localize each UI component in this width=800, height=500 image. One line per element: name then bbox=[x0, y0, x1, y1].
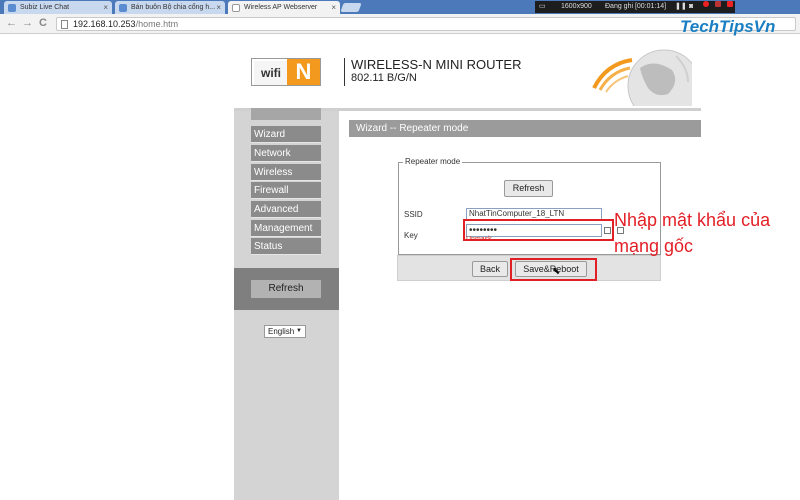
tab-subiz[interactable]: Subiz Live Chat × bbox=[4, 1, 112, 14]
globe-icon bbox=[592, 49, 692, 106]
header-separator bbox=[344, 58, 345, 86]
chevron-down-icon: ▼ bbox=[296, 328, 302, 334]
menu-item-network[interactable]: Network bbox=[251, 145, 321, 162]
menu-item-status[interactable]: Status bbox=[251, 238, 321, 255]
mouse-cursor-icon: ⬉ bbox=[552, 266, 561, 277]
back-arrow-icon[interactable]: ← bbox=[6, 17, 17, 29]
menu-item-advanced[interactable]: Advanced bbox=[251, 201, 321, 218]
repeater-legend: Repeater mode bbox=[403, 157, 463, 166]
tab-wireless-ap[interactable]: Wireless AP Webserver × bbox=[228, 1, 340, 14]
camera-icon[interactable]: ◙ bbox=[689, 1, 693, 13]
back-button[interactable]: Back bbox=[472, 261, 508, 277]
document-icon bbox=[232, 4, 240, 12]
tab-label: Bán buôn Bộ chia cổng h... bbox=[131, 4, 216, 11]
menu-item-firewall[interactable]: Firewall bbox=[251, 182, 321, 199]
router-logo: wifi N bbox=[251, 58, 321, 86]
ssid-label: SSID bbox=[404, 210, 423, 219]
annotation-text: Nhập mật khẩu của mạng gốc bbox=[614, 210, 771, 256]
language-selected: English bbox=[268, 327, 295, 336]
monitor-icon: ▭ bbox=[539, 3, 546, 10]
close-icon[interactable]: × bbox=[331, 1, 336, 14]
page-icon bbox=[61, 20, 68, 29]
repeater-refresh-button[interactable]: Refresh bbox=[504, 180, 553, 197]
stop-icon[interactable] bbox=[715, 1, 721, 7]
key-label: Key bbox=[404, 231, 418, 240]
tab-label: Subiz Live Chat bbox=[20, 4, 70, 11]
sidebar-top-bar bbox=[251, 108, 321, 120]
recorder-resolution: 1600x900 bbox=[561, 3, 592, 10]
close-icon[interactable]: × bbox=[103, 1, 108, 14]
reload-icon[interactable]: C bbox=[39, 17, 47, 29]
pause-icon[interactable]: ❚❚ bbox=[675, 1, 687, 13]
recorder-status: Đang ghi [00:01:14] bbox=[605, 3, 667, 10]
language-select[interactable]: English ▼ bbox=[264, 325, 306, 338]
router-title: WIRELESS-N MINI ROUTER bbox=[351, 57, 522, 72]
new-tab-button[interactable] bbox=[340, 3, 362, 12]
record-icon[interactable] bbox=[703, 1, 709, 7]
menu-item-management[interactable]: Management bbox=[251, 220, 321, 237]
close-icon[interactable]: × bbox=[216, 1, 221, 14]
section-title: Wizard -- Repeater mode bbox=[349, 120, 701, 137]
site-icon bbox=[119, 4, 127, 12]
screen-recorder-bar: ▭ 1600x900 Đang ghi [00:01:14] ❚❚ ◙ bbox=[535, 1, 735, 13]
menu-item-wizard[interactable]: Wizard bbox=[251, 126, 321, 143]
sidebar-refresh-button[interactable]: Refresh bbox=[251, 280, 321, 298]
url-host: 192.168.10.253 bbox=[73, 19, 136, 29]
url-path: /home.htm bbox=[135, 19, 179, 29]
close-recorder-icon[interactable] bbox=[727, 1, 733, 7]
logo-wifi: wifi bbox=[254, 61, 288, 85]
logo-n: N bbox=[287, 59, 320, 85]
forward-arrow-icon[interactable]: → bbox=[22, 17, 33, 29]
tab-ban-buon[interactable]: Bán buôn Bộ chia cổng h... × bbox=[115, 1, 225, 14]
chat-icon bbox=[8, 4, 16, 12]
key-highlight-box bbox=[463, 219, 614, 241]
menu-item-wireless[interactable]: Wireless bbox=[251, 164, 321, 181]
tab-label: Wireless AP Webserver bbox=[244, 4, 318, 11]
router-subtitle: 802.11 B/G/N bbox=[351, 72, 417, 84]
browser-tab-bar: Subiz Live Chat × Bán buôn Bộ chia cổng … bbox=[0, 0, 800, 14]
